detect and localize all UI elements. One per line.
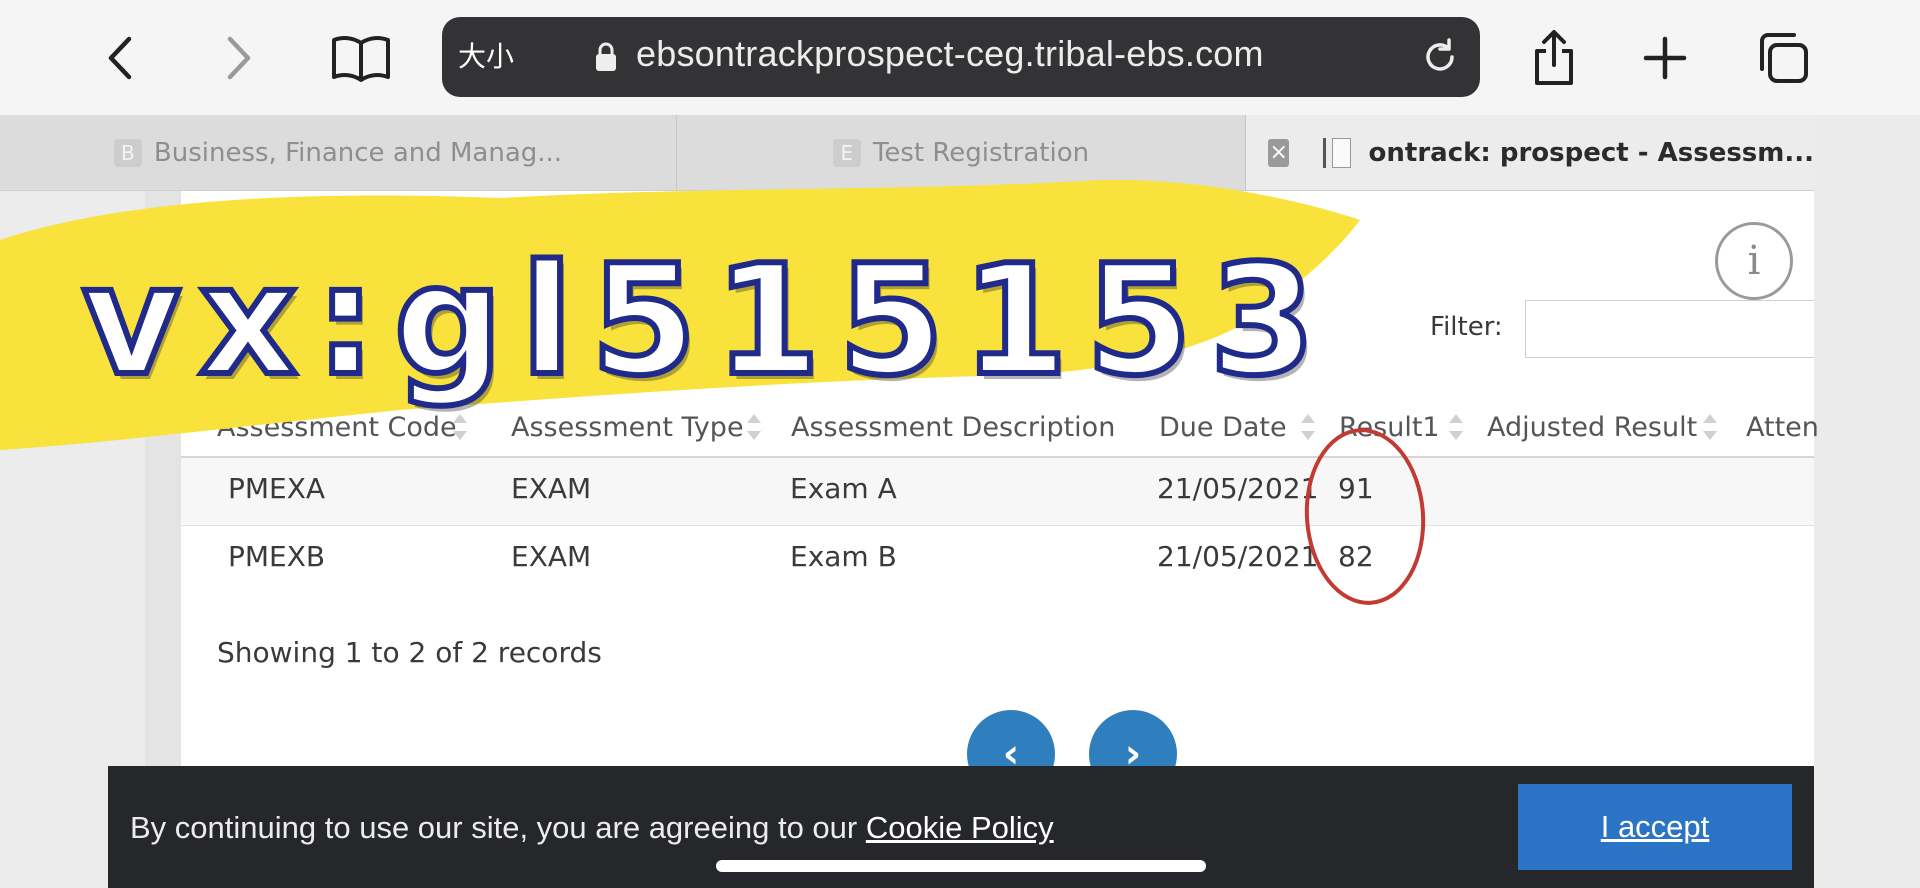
- book-icon: [332, 36, 390, 82]
- plus-icon: [1643, 36, 1687, 80]
- close-tab-icon[interactable]: ×: [1268, 138, 1290, 167]
- tab-ontrack-prospect[interactable]: × ontrack: prospect - Assessm...: [1246, 115, 1814, 190]
- chevron-left-icon: [108, 36, 132, 80]
- table-row: PMEXA EXAM Exam A 21/05/2021 91: [181, 458, 1814, 526]
- url-text: ebsontrackprospect-ceg.tribal-ebs.com: [636, 33, 1264, 74]
- tab-label: ontrack: prospect - Assessm...: [1368, 137, 1814, 168]
- column-header-adjusted-result[interactable]: Adjusted Result: [1487, 412, 1697, 443]
- page-size-button[interactable]: 大小: [458, 35, 514, 75]
- sort-icon[interactable]: [1703, 414, 1717, 440]
- accept-cookies-button[interactable]: I accept: [1518, 784, 1792, 870]
- filter-input[interactable]: [1525, 300, 1814, 358]
- document-icon: [1331, 137, 1351, 168]
- tab-divider: [1323, 137, 1326, 168]
- tab-test-registration[interactable]: E Test Registration: [677, 115, 1246, 190]
- column-header-attendance[interactable]: Atten: [1746, 412, 1819, 443]
- tabs-icon: [1760, 33, 1808, 83]
- cell-type: EXAM: [511, 472, 592, 505]
- cookie-message: By continuing to use our site, you are a…: [130, 810, 1054, 846]
- browser-toolbar: 大小 ebsontrackprospect-ceg.tribal-ebs.com: [0, 0, 1920, 115]
- cell-description: Exam A: [790, 472, 897, 505]
- cookie-message-text: By continuing to use our site, you are a…: [130, 810, 866, 845]
- cell-description: Exam B: [790, 540, 897, 573]
- home-indicator: [716, 860, 1206, 872]
- chevron-right-icon: [227, 36, 251, 80]
- sort-icon[interactable]: [1449, 414, 1463, 440]
- table-row: PMEXB EXAM Exam B 21/05/2021 82: [181, 526, 1814, 593]
- filter-label: Filter:: [1430, 312, 1503, 342]
- cookie-policy-link[interactable]: Cookie Policy: [866, 810, 1054, 845]
- info-icon[interactable]: i: [1715, 222, 1793, 300]
- cell-type: EXAM: [511, 540, 592, 573]
- forward-button[interactable]: [203, 26, 273, 90]
- tab-favicon: E: [832, 138, 861, 167]
- tab-label: Business, Finance and Manag...: [153, 137, 563, 168]
- share-icon: [1535, 30, 1573, 85]
- new-tab-button[interactable]: [1630, 26, 1700, 90]
- page-margin: [1814, 115, 1920, 888]
- records-count: Showing 1 to 2 of 2 records: [217, 636, 602, 669]
- lock-icon: [596, 42, 616, 71]
- tab-label: Test Registration: [872, 137, 1090, 168]
- cell-code: PMEXB: [228, 540, 326, 573]
- tab-favicon: B: [113, 138, 142, 167]
- bookmarks-button[interactable]: [326, 26, 396, 90]
- address-bar[interactable]: 大小 ebsontrackprospect-ceg.tribal-ebs.com: [442, 17, 1480, 97]
- tab-business-finance[interactable]: B Business, Finance and Manag...: [0, 115, 677, 190]
- tabs-overview-button[interactable]: [1748, 26, 1818, 90]
- cell-due-date: 21/05/2021: [1157, 472, 1319, 505]
- cell-code: PMEXA: [228, 472, 326, 505]
- cell-due-date: 21/05/2021: [1157, 540, 1319, 573]
- share-button[interactable]: [1519, 26, 1589, 90]
- back-button[interactable]: [86, 26, 156, 90]
- reload-icon[interactable]: [1418, 35, 1462, 79]
- watermark-text: vx:gl515153: [79, 229, 1334, 412]
